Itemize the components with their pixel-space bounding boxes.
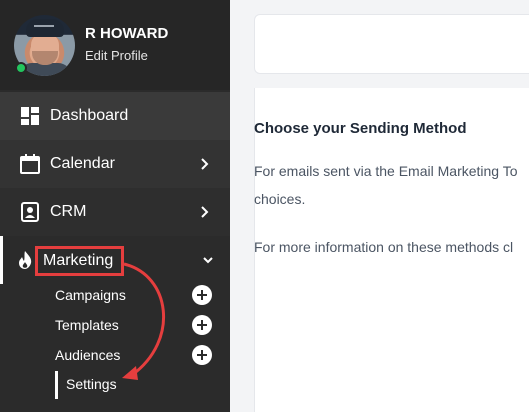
online-status-indicator [15, 62, 27, 74]
add-audience-button[interactable] [192, 345, 212, 365]
chevron-right-icon [201, 206, 209, 218]
sidebar-item-label: Calendar [50, 155, 115, 172]
profile-panel: R HOWARD Edit Profile [0, 0, 230, 90]
dashboard-icon [21, 107, 39, 125]
sidebar-item-crm[interactable]: CRM [0, 188, 230, 236]
submenu-item-settings[interactable]: Settings [66, 376, 117, 392]
sidebar-item-label: CRM [50, 203, 87, 220]
sidebar: R HOWARD Edit Profile Dashboard Calendar [0, 0, 230, 412]
description-line-1: For emails sent via the Email Marketing … [254, 163, 518, 179]
sidebar-item-marketing-label[interactable]: Marketing [43, 252, 113, 270]
sidebar-item-calendar[interactable]: Calendar [0, 140, 230, 188]
sidebar-item-label: Dashboard [50, 107, 129, 124]
chevron-right-icon [201, 158, 209, 170]
edit-profile-link[interactable]: Edit Profile [85, 48, 148, 63]
submenu-item-templates[interactable]: Templates [55, 317, 119, 333]
more-info-text: For more information on these methods cl [254, 239, 514, 255]
chevron-down-icon [203, 257, 213, 264]
section-heading: Choose your Sending Method [254, 120, 467, 137]
add-campaign-button[interactable] [192, 285, 212, 305]
profile-name: R HOWARD [85, 25, 169, 42]
contact-book-icon [21, 202, 39, 222]
description-line-2: choices. [254, 191, 306, 207]
submenu-item-campaigns[interactable]: Campaigns [55, 287, 126, 303]
active-indicator [55, 371, 58, 399]
flame-icon [19, 251, 32, 269]
add-template-button[interactable] [192, 315, 212, 335]
sidebar-item-dashboard[interactable]: Dashboard [0, 92, 230, 140]
calendar-icon [20, 154, 40, 174]
submenu-item-audiences[interactable]: Audiences [55, 347, 120, 363]
header-card [254, 14, 529, 74]
